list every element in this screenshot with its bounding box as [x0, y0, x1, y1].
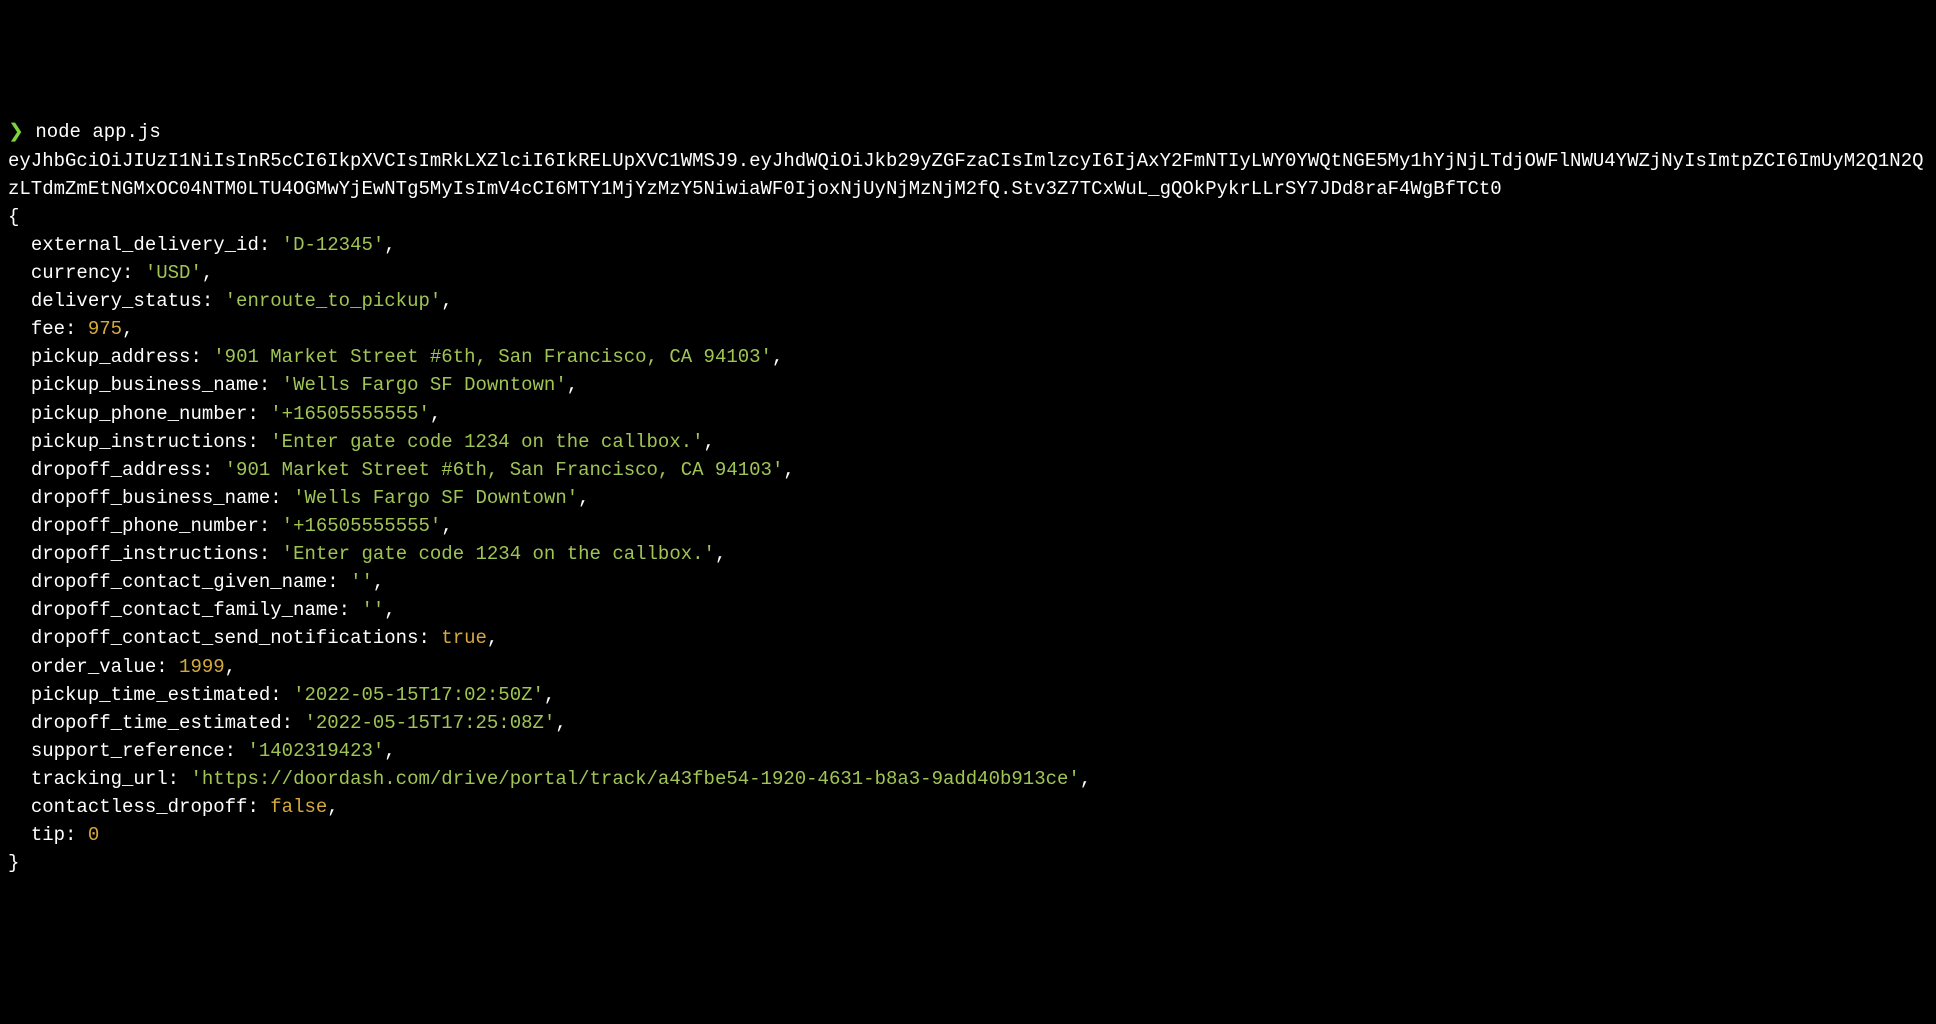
- comma: ,: [567, 374, 578, 396]
- object-key: pickup_time_estimated: [31, 684, 270, 706]
- object-key: dropoff_business_name: [31, 487, 270, 509]
- colon: :: [259, 234, 270, 256]
- object-key: external_delivery_id: [31, 234, 259, 256]
- prompt-symbol: ❯: [8, 121, 24, 143]
- object-key: pickup_phone_number: [31, 403, 248, 425]
- object-value: '901 Market Street #6th, San Francisco, …: [225, 459, 784, 481]
- object-value: 'Enter gate code 1234 on the callbox.': [282, 543, 715, 565]
- object-value: 'Wells Fargo SF Downtown': [282, 374, 567, 396]
- object-key: pickup_business_name: [31, 374, 259, 396]
- object-value: '2022-05-15T17:02:50Z': [293, 684, 544, 706]
- object-value: '2022-05-15T17:25:08Z': [304, 712, 555, 734]
- colon: :: [168, 768, 179, 790]
- colon: :: [270, 684, 281, 706]
- colon: :: [225, 740, 236, 762]
- object-value: 1999: [179, 656, 225, 678]
- object-value: '+16505555555': [282, 515, 442, 537]
- object-value: '': [350, 571, 373, 593]
- comma: ,: [225, 656, 236, 678]
- comma: ,: [384, 234, 395, 256]
- object-key: tip: [31, 824, 65, 846]
- colon: :: [65, 318, 76, 340]
- comma: ,: [384, 740, 395, 762]
- object-fields: external_delivery_id: 'D-12345', currenc…: [8, 231, 1928, 849]
- comma: ,: [772, 346, 783, 368]
- terminal-output[interactable]: ❯ node app.js eyJhbGciOiJIUzI1NiIsInR5cC…: [8, 118, 1928, 877]
- object-key: currency: [31, 262, 122, 284]
- comma: ,: [1080, 768, 1091, 790]
- object-value: '901 Market Street #6th, San Francisco, …: [213, 346, 772, 368]
- object-key: pickup_instructions: [31, 431, 248, 453]
- colon: :: [122, 262, 133, 284]
- object-key: delivery_status: [31, 290, 202, 312]
- colon: :: [339, 599, 350, 621]
- object-value: '': [361, 599, 384, 621]
- object-value: 'Wells Fargo SF Downtown': [293, 487, 578, 509]
- comma: ,: [715, 543, 726, 565]
- object-key: dropoff_contact_given_name: [31, 571, 327, 593]
- colon: :: [247, 796, 258, 818]
- object-key: fee: [31, 318, 65, 340]
- colon: :: [202, 290, 213, 312]
- object-key: contactless_dropoff: [31, 796, 248, 818]
- object-value: 'enroute_to_pickup': [225, 290, 442, 312]
- colon: :: [259, 374, 270, 396]
- object-value: 975: [88, 318, 122, 340]
- colon: :: [202, 459, 213, 481]
- comma: ,: [122, 318, 133, 340]
- object-key: pickup_address: [31, 346, 191, 368]
- comma: ,: [578, 487, 589, 509]
- comma: ,: [783, 459, 794, 481]
- colon: :: [327, 571, 338, 593]
- object-value: false: [270, 796, 327, 818]
- object-key: order_value: [31, 656, 156, 678]
- comma: ,: [441, 290, 452, 312]
- object-value: 'USD': [145, 262, 202, 284]
- object-key: dropoff_time_estimated: [31, 712, 282, 734]
- object-value: '1402319423': [247, 740, 384, 762]
- comma: ,: [430, 403, 441, 425]
- object-key: dropoff_address: [31, 459, 202, 481]
- object-value: true: [441, 627, 487, 649]
- comma: ,: [373, 571, 384, 593]
- comma: ,: [544, 684, 555, 706]
- colon: :: [65, 824, 76, 846]
- colon: :: [259, 543, 270, 565]
- object-key: dropoff_phone_number: [31, 515, 259, 537]
- object-value: '+16505555555': [270, 403, 430, 425]
- jwt-token-output: eyJhbGciOiJIUzI1NiIsInR5cCI6IkpXVCIsImRk…: [8, 150, 1924, 200]
- object-value: 0: [88, 824, 99, 846]
- comma: ,: [384, 599, 395, 621]
- colon: :: [247, 431, 258, 453]
- colon: :: [259, 515, 270, 537]
- shell-command: node app.js: [35, 121, 160, 143]
- comma: ,: [327, 796, 338, 818]
- colon: :: [156, 656, 167, 678]
- comma: ,: [704, 431, 715, 453]
- object-key: dropoff_contact_send_notifications: [31, 627, 419, 649]
- object-key: dropoff_instructions: [31, 543, 259, 565]
- object-value: 'https://doordash.com/drive/portal/track…: [190, 768, 1079, 790]
- object-close-brace: }: [8, 852, 19, 874]
- colon: :: [418, 627, 429, 649]
- object-value: 'D-12345': [282, 234, 385, 256]
- object-open-brace: {: [8, 206, 19, 228]
- colon: :: [247, 403, 258, 425]
- colon: :: [190, 346, 201, 368]
- colon: :: [270, 487, 281, 509]
- object-value: 'Enter gate code 1234 on the callbox.': [270, 431, 703, 453]
- comma: ,: [555, 712, 566, 734]
- object-key: support_reference: [31, 740, 225, 762]
- comma: ,: [441, 515, 452, 537]
- colon: :: [282, 712, 293, 734]
- comma: ,: [202, 262, 213, 284]
- object-key: dropoff_contact_family_name: [31, 599, 339, 621]
- object-key: tracking_url: [31, 768, 168, 790]
- comma: ,: [487, 627, 498, 649]
